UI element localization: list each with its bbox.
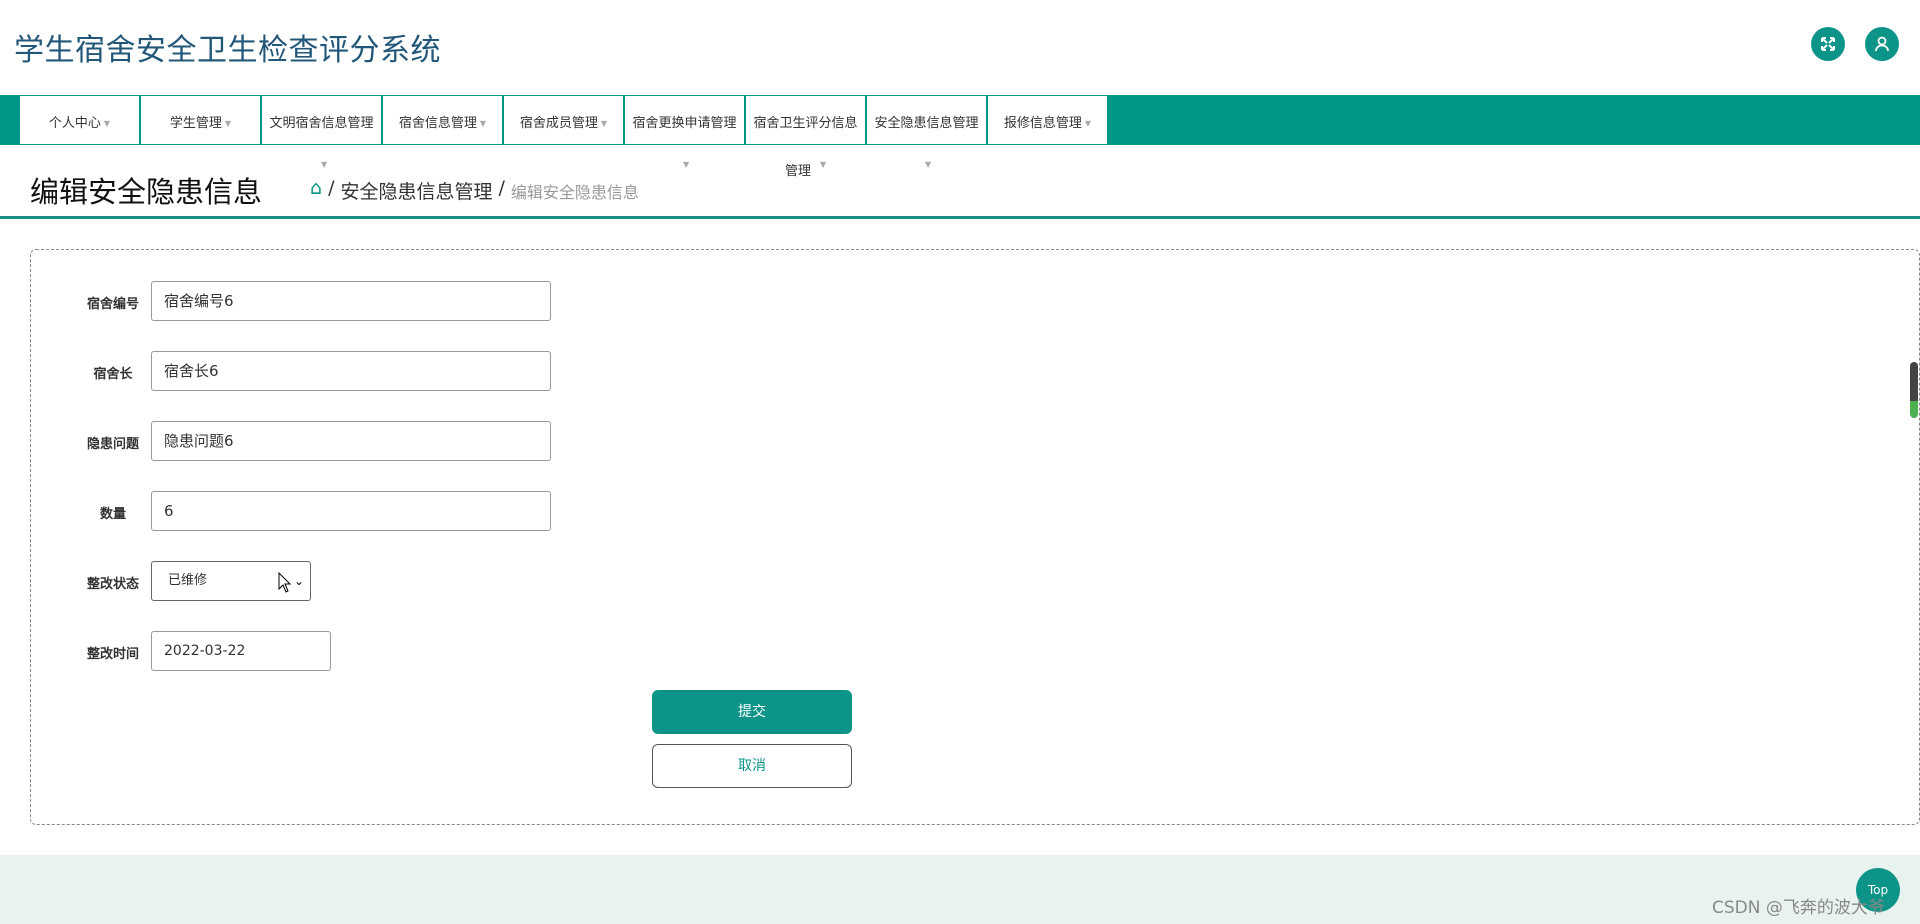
form-row-dorm-number: 宿舍编号 宿舍编号6 [31, 281, 631, 321]
breadcrumb-separator: / [498, 177, 505, 199]
home-icon[interactable]: ⌂ [310, 177, 322, 204]
nav-item-student-management[interactable]: 学生管理 ▼ [140, 95, 261, 145]
submit-button[interactable]: 提交 [652, 690, 852, 734]
dorm-leader-input[interactable]: 宿舍长6 [151, 351, 551, 391]
breadcrumb-separator: / [328, 177, 335, 199]
page-header: 编辑安全隐患信息 ⌂ / 安全隐患信息管理 / 编辑安全隐患信息 [0, 155, 1920, 219]
hazard-issue-input[interactable]: 隐患问题6 [151, 421, 551, 461]
mouse-cursor-icon [278, 572, 292, 593]
field-label: 宿舍编号 [86, 297, 139, 312]
scrollbar[interactable] [1910, 362, 1918, 418]
app-header: 学生宿舍安全卫生检查评分系统 [0, 0, 1920, 95]
cancel-button[interactable]: 取消 [652, 744, 852, 788]
form-row-rectify-status: 整改状态 已维修 ⌄ [31, 561, 631, 601]
rectify-time-input[interactable]: 2022-03-22 [151, 631, 331, 671]
field-label: 隐患问题 [86, 437, 139, 452]
nav-item-civilized-dorm[interactable]: 文明宿舍信息管理 [261, 95, 382, 145]
select-value: 已维修 [168, 573, 208, 588]
breadcrumb: ⌂ / 安全隐患信息管理 / 编辑安全隐患信息 [310, 177, 639, 204]
expand-icon [1821, 37, 1835, 51]
nav-item-dorm-info[interactable]: 宿舍信息管理 ▼ [382, 95, 503, 145]
app-title: 学生宿舍安全卫生检查评分系统 [14, 33, 441, 68]
fullscreen-button[interactable] [1811, 27, 1845, 61]
footer [0, 855, 1920, 924]
nav-item-hygiene-score[interactable]: 宿舍卫生评分信息 [745, 95, 866, 145]
nav-item-label: 宿舍成员管理 [519, 116, 598, 131]
nav-item-label: 文明宿舍信息管理 [269, 116, 374, 131]
chevron-down-icon: ▼ [224, 119, 232, 128]
field-label: 数量 [99, 507, 126, 522]
nav-item-dorm-change[interactable]: 宿舍更换申请管理 [624, 95, 745, 145]
user-profile-button[interactable] [1865, 27, 1899, 61]
field-label: 整改状态 [86, 577, 139, 592]
breadcrumb-parent[interactable]: 安全隐患信息管理 [340, 177, 492, 204]
user-icon [1875, 36, 1889, 52]
nav-item-label: 宿舍卫生评分信息 [753, 116, 858, 131]
nav-item-label: 个人中心 [48, 116, 101, 131]
edit-form: 宿舍编号 宿舍编号6 宿舍长 宿舍长6 隐患问题 隐患问题6 数量 6 整改状态… [30, 249, 1920, 825]
dorm-number-input[interactable]: 宿舍编号6 [151, 281, 551, 321]
nav-item-dorm-members[interactable]: 宿舍成员管理 ▼ [503, 95, 624, 145]
chevron-down-icon: ▼ [1084, 119, 1092, 128]
field-label: 整改时间 [86, 647, 139, 662]
nav-item-label: 报修信息管理 [1003, 116, 1082, 131]
form-row-dorm-leader: 宿舍长 宿舍长6 [31, 351, 631, 391]
form-row-hazard-issue: 隐患问题 隐患问题6 [31, 421, 631, 461]
nav-item-label: 宿舍更换申请管理 [632, 116, 737, 131]
watermark: CSDN @飞奔的波大爷 [1712, 898, 1885, 918]
nav-item-label: 宿舍信息管理 [398, 116, 477, 131]
chevron-down-icon: ▼ [479, 119, 487, 128]
nav-item-personal-center[interactable]: 个人中心 ▼ [19, 95, 140, 145]
chevron-down-icon: ▼ [600, 119, 608, 128]
form-row-rectify-time: 整改时间 2022-03-22 [31, 631, 631, 671]
field-label: 宿舍长 [93, 367, 133, 382]
chevron-down-icon: ▼ [103, 119, 111, 128]
chevron-down-icon: ⌄ [293, 574, 304, 588]
main-nav: 个人中心 ▼ 学生管理 ▼ 文明宿舍信息管理 宿舍信息管理 ▼ 宿舍成员管理 ▼ 宿舍更… [0, 95, 1920, 145]
page-title: 编辑安全隐患信息 [30, 175, 263, 209]
form-row-quantity: 数量 6 [31, 491, 631, 531]
nav-item-repair-info[interactable]: 报修信息管理 ▼ [987, 95, 1108, 145]
breadcrumb-current: 编辑安全隐患信息 [510, 183, 639, 202]
nav-item-label: 学生管理 [169, 116, 222, 131]
quantity-input[interactable]: 6 [151, 491, 551, 531]
nav-item-label: 安全隐患信息管理 [874, 116, 979, 131]
nav-item-safety-hazard[interactable]: 安全隐患信息管理 [866, 95, 987, 145]
